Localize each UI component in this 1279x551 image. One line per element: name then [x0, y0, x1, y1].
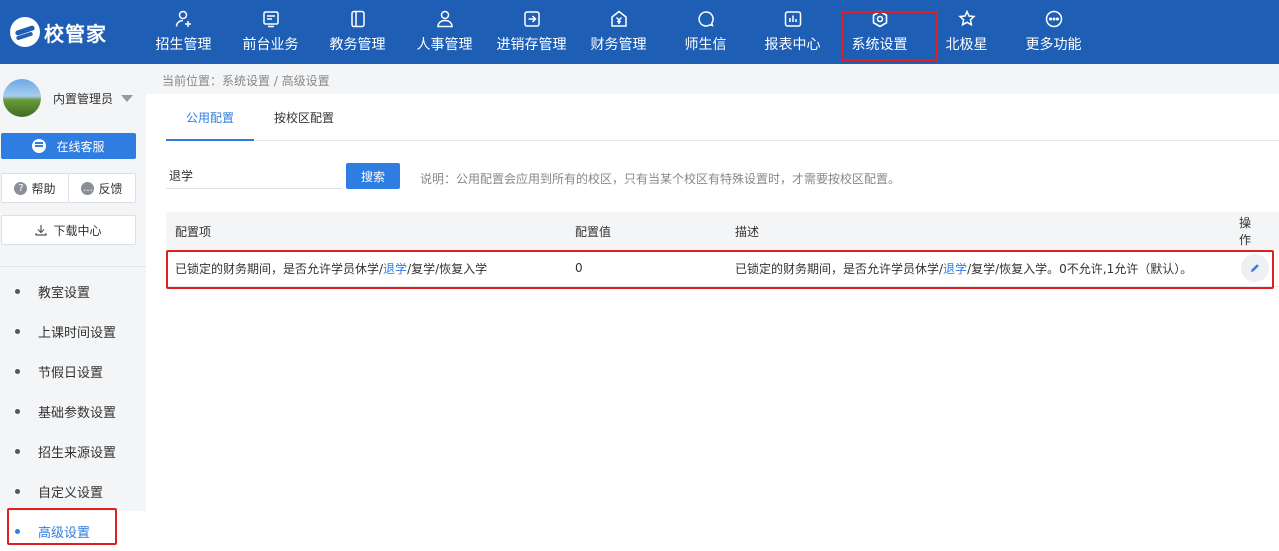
- table-row: 已锁定的财务期间，是否允许学员休学/退学/复学/恢复入学 0 已锁定的财务期间，…: [166, 250, 1279, 287]
- nav-item-academic[interactable]: 教务管理: [314, 0, 401, 64]
- feedback-button[interactable]: … 反馈: [68, 174, 135, 202]
- nav-item-finance[interactable]: 财务管理: [575, 0, 662, 64]
- brand-name: 校管家: [44, 21, 107, 46]
- bullet-icon: [15, 288, 20, 294]
- box-arrow-icon: [523, 11, 540, 27]
- nav-item-teacher-student-msg[interactable]: 师生信: [662, 0, 749, 64]
- nav-item-recruitment[interactable]: 招生管理: [140, 0, 227, 64]
- cell-value: 0: [575, 261, 583, 275]
- config-table: 配置项 配置值 描述 操作 已锁定的财务期间，是否允许学员休学/退学/复学/恢复…: [166, 212, 1279, 287]
- header-desc: 描述: [735, 224, 760, 239]
- user-profile[interactable]: 内置管理员: [0, 64, 146, 132]
- menu-item-classroom[interactable]: 教室设置: [0, 271, 146, 311]
- comment-icon: …: [81, 181, 95, 195]
- keyword-highlight: 退学: [943, 261, 968, 276]
- search-input[interactable]: [166, 163, 342, 189]
- menu-item-holidays[interactable]: 节假日设置: [0, 351, 146, 391]
- person-icon: [436, 10, 453, 28]
- nav-item-more[interactable]: 更多功能: [1010, 0, 1097, 64]
- cell-action: [1239, 254, 1279, 282]
- bar-chart-icon: [784, 11, 801, 27]
- bullet-icon: [15, 528, 20, 534]
- main-nav: 招生管理 前台业务 教务管理 人事管理 进销存管理 财务管理 师生信 报表中心: [140, 0, 1097, 64]
- help-button[interactable]: ? 帮助: [2, 174, 68, 202]
- nav-item-polaris[interactable]: 北极星: [923, 0, 1010, 64]
- download-icon: [35, 225, 48, 236]
- sidebar-divider: [0, 266, 146, 267]
- star-icon: [957, 10, 976, 27]
- avatar: [3, 79, 41, 117]
- monitor-icon: [262, 11, 279, 28]
- bullet-icon: [15, 368, 20, 374]
- bullet-icon: [15, 408, 20, 414]
- top-navigation-bar: 校管家 招生管理 前台业务 教务管理 人事管理 进销存管理 财务管理 师生信 报…: [0, 0, 1279, 64]
- chat-bubble-icon: [697, 11, 714, 27]
- bullet-icon: [15, 488, 20, 494]
- tab-campus-config[interactable]: 按校区配置: [254, 94, 354, 140]
- logo-icon: [10, 17, 40, 47]
- keyword-highlight: 退学: [383, 261, 408, 276]
- question-icon: ?: [14, 181, 28, 195]
- yen-icon: [610, 10, 627, 27]
- nav-item-hr[interactable]: 人事管理: [401, 0, 488, 64]
- config-note: 说明：公用配置会应用到所有的校区，只有当某个校区有特殊设置时，才需要按校区配置。: [420, 172, 901, 186]
- search-button[interactable]: 搜索: [346, 163, 400, 189]
- book-icon: [350, 10, 365, 28]
- brand-logo[interactable]: 校管家: [0, 0, 140, 64]
- user-name: 内置管理员: [53, 91, 114, 106]
- download-center-button[interactable]: 下载中心: [1, 215, 136, 245]
- header-value: 配置值: [575, 224, 612, 239]
- cell-desc: 已锁定的财务期间，是否允许学员休学/退学/复学/恢复入学。0不允许,1允许（默认…: [735, 261, 1193, 276]
- user-plus-icon: [175, 10, 191, 27]
- menu-item-advanced[interactable]: 高级设置: [0, 511, 146, 551]
- gear-icon: [872, 10, 887, 28]
- table-header: 配置项 配置值 描述 操作: [166, 212, 1279, 250]
- chat-icon: [32, 139, 47, 153]
- nav-item-inventory[interactable]: 进销存管理: [488, 0, 575, 64]
- header-action: 操作: [1239, 216, 1252, 247]
- breadcrumb: 当前位置：系统设置 / 高级设置: [162, 74, 330, 88]
- cell-item: 已锁定的财务期间，是否允许学员休学/退学/复学/恢复入学: [175, 261, 488, 276]
- settings-menu: 教室设置 上课时间设置 节假日设置 基础参数设置 招生来源设置 自定义设置 高级…: [0, 271, 146, 551]
- nav-item-front-desk[interactable]: 前台业务: [227, 0, 314, 64]
- pencil-icon: [1251, 264, 1259, 272]
- menu-item-basic-params[interactable]: 基础参数设置: [0, 391, 146, 431]
- more-icon: [1045, 10, 1062, 28]
- online-service-button[interactable]: 在线客服: [1, 133, 136, 159]
- menu-item-custom[interactable]: 自定义设置: [0, 471, 146, 511]
- tab-public-config[interactable]: 公用配置: [166, 94, 255, 141]
- header-item: 配置项: [175, 224, 212, 239]
- help-feedback-group: ? 帮助 … 反馈: [1, 173, 136, 203]
- nav-item-system-settings[interactable]: 系统设置: [836, 0, 923, 64]
- bullet-icon: [15, 328, 20, 334]
- edit-button[interactable]: [1241, 254, 1269, 282]
- sidebar: 内置管理员 在线客服 ? 帮助 … 反馈 下载中心 教室设置 上课时间设置 节假…: [0, 64, 146, 551]
- menu-item-recruit-source[interactable]: 招生来源设置: [0, 431, 146, 471]
- menu-item-class-time[interactable]: 上课时间设置: [0, 311, 146, 351]
- chevron-down-icon[interactable]: [121, 94, 134, 102]
- config-tabs: 公用配置 按校区配置: [166, 94, 1279, 141]
- nav-item-reports[interactable]: 报表中心: [749, 0, 836, 64]
- bullet-icon: [15, 448, 20, 454]
